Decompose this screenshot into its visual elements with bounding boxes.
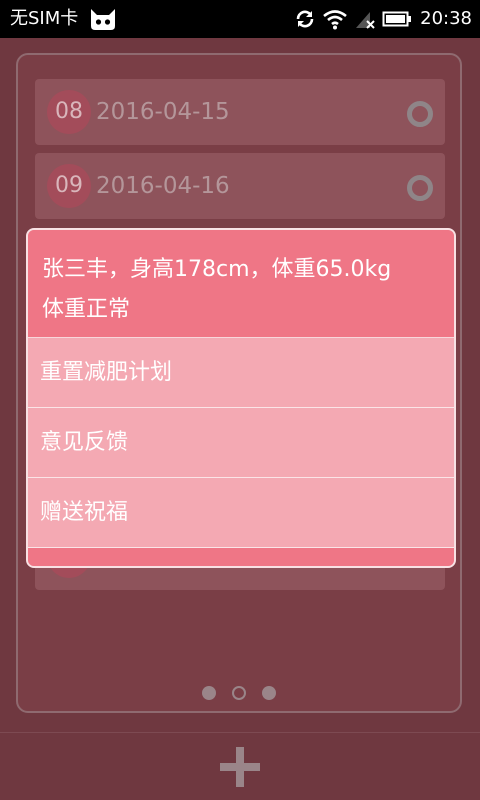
send-blessing-menu-item[interactable]: 赠送祝福 <box>28 478 454 548</box>
carrier-label: 无SIM卡 <box>10 8 79 29</box>
menu-item-label: 重置减肥计划 <box>40 360 173 385</box>
day-badge: 08 <box>47 90 91 134</box>
radio-button[interactable] <box>407 175 433 201</box>
popup-footer <box>28 548 454 566</box>
signal-none-icon <box>356 12 375 29</box>
reset-plan-menu-item[interactable]: 重置减肥计划 <box>28 338 454 408</box>
record-date: 2016-04-15 <box>96 99 230 125</box>
cyanogen-cat-icon <box>91 9 115 30</box>
page-dot-current[interactable] <box>232 686 246 700</box>
feedback-menu-item[interactable]: 意见反馈 <box>28 408 454 478</box>
status-icons: 20:38 <box>294 6 472 32</box>
profile-summary: 张三丰，身高178cm，体重65.0kg 体重正常 <box>28 230 454 338</box>
menu-item-label: 赠送祝福 <box>40 500 129 525</box>
wifi-icon <box>323 10 347 30</box>
record-row[interactable]: 09 2016-04-16 <box>35 153 445 219</box>
add-icon[interactable] <box>220 747 260 787</box>
menu-item-label: 意见反馈 <box>40 430 129 455</box>
profile-text: 张三丰，身高178cm，体重65.0kg <box>42 257 392 282</box>
radio-button[interactable] <box>407 101 433 127</box>
sync-icon <box>296 10 314 28</box>
record-row[interactable]: 08 2016-04-15 <box>35 79 445 145</box>
page-dot[interactable] <box>262 686 276 700</box>
page-indicator <box>200 686 280 702</box>
weight-status: 体重正常 <box>42 297 131 322</box>
clock: 20:38 <box>420 8 472 29</box>
record-date: 2016-04-16 <box>96 173 230 199</box>
status-bar: 无SIM卡 20:38 <box>0 0 480 38</box>
battery-icon <box>382 11 412 27</box>
page-dot[interactable] <box>202 686 216 700</box>
profile-menu-popup: 张三丰，身高178cm，体重65.0kg 体重正常 重置减肥计划 意见反馈 赠送… <box>26 228 456 568</box>
day-badge: 09 <box>47 164 91 208</box>
